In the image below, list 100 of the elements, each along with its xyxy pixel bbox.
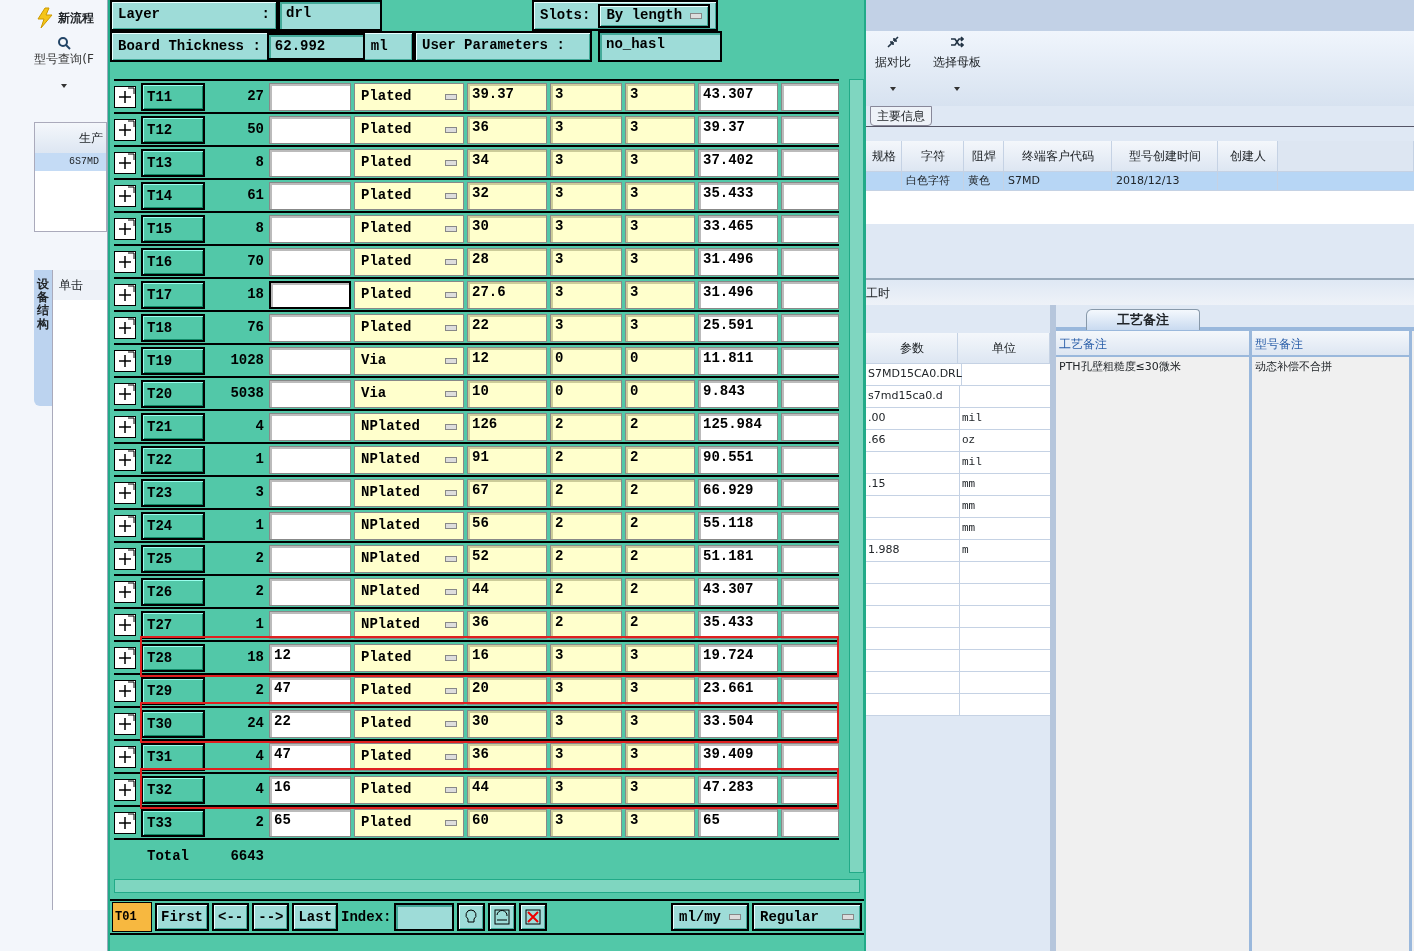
size-field[interactable]: 44 [467, 775, 547, 804]
drill-size-field[interactable]: 43.307 [698, 82, 778, 111]
type-dropdown[interactable]: NPlated [354, 478, 464, 507]
tolerance-field[interactable]: 2 [625, 478, 695, 507]
drill-size-field[interactable]: 31.496 [698, 280, 778, 309]
type-dropdown[interactable]: Plated [354, 214, 464, 243]
tolerance-field[interactable]: 0 [550, 346, 622, 375]
tolerance-field[interactable]: 0 [625, 379, 695, 408]
drill-size-field[interactable]: 66.929 [698, 478, 778, 507]
extra-field[interactable] [781, 181, 839, 210]
tolerance-field[interactable]: 3 [625, 775, 695, 804]
tolerance-field[interactable]: 3 [550, 247, 622, 276]
handle-icon[interactable] [445, 159, 457, 166]
ribbon-button[interactable]: 选择母板 [933, 52, 981, 71]
handle-icon[interactable] [445, 93, 457, 100]
nav-button[interactable]: <-- [212, 903, 250, 931]
note-field[interactable] [269, 511, 351, 540]
handle-icon[interactable] [445, 423, 457, 430]
size-field[interactable]: 56 [467, 511, 547, 540]
expand-icon[interactable] [114, 481, 136, 504]
type-dropdown[interactable]: Plated [354, 808, 464, 837]
tolerance-field[interactable]: 3 [625, 247, 695, 276]
tolerance-field[interactable]: 3 [625, 82, 695, 111]
compare-icon[interactable] [886, 34, 900, 49]
expand-icon[interactable] [114, 811, 136, 834]
expand-icon[interactable] [114, 283, 136, 306]
bulb-icon[interactable] [466, 909, 477, 923]
expand-icon[interactable] [114, 712, 136, 735]
handle-icon[interactable] [445, 126, 457, 133]
tolerance-field[interactable]: 2 [625, 610, 695, 639]
tool-button[interactable]: T16 [141, 247, 205, 276]
handle-icon[interactable] [445, 588, 457, 595]
note-field[interactable] [269, 82, 351, 111]
size-field[interactable]: 60 [467, 808, 547, 837]
drill-size-field[interactable]: 65 [698, 808, 778, 837]
lightning-icon[interactable] [36, 7, 54, 29]
type-dropdown[interactable]: NPlated [354, 577, 464, 606]
drill-size-field[interactable]: 51.181 [698, 544, 778, 573]
tolerance-field[interactable]: 2 [550, 445, 622, 474]
expand-icon[interactable] [114, 514, 136, 537]
tolerance-field[interactable]: 2 [550, 544, 622, 573]
expand-icon[interactable] [114, 646, 136, 669]
note-field[interactable] [269, 313, 351, 342]
expand-icon[interactable] [114, 679, 136, 702]
tolerance-field[interactable]: 3 [550, 181, 622, 210]
extra-field[interactable] [781, 313, 839, 342]
handle-icon[interactable] [445, 753, 457, 760]
nav-button[interactable]: --> [252, 903, 290, 931]
tolerance-field[interactable]: 3 [550, 82, 622, 111]
note-field[interactable] [269, 445, 351, 474]
tolerance-field[interactable]: 3 [550, 115, 622, 144]
handle-icon[interactable] [842, 914, 854, 920]
tolerance-field[interactable]: 2 [550, 511, 622, 540]
type-dropdown[interactable]: Via [354, 346, 464, 375]
extra-field[interactable] [781, 445, 839, 474]
handle-icon[interactable] [445, 786, 457, 793]
user-parameters-field[interactable]: no_hasl [598, 31, 722, 62]
size-field[interactable]: 36 [467, 610, 547, 639]
tool-button[interactable]: T14 [141, 181, 205, 210]
expand-icon[interactable] [114, 745, 136, 768]
tolerance-field[interactable]: 2 [550, 478, 622, 507]
extra-field[interactable] [781, 82, 839, 111]
handle-icon[interactable] [445, 456, 457, 463]
expand-icon[interactable] [114, 250, 136, 273]
extra-field[interactable] [781, 775, 839, 804]
tolerance-field[interactable]: 2 [625, 511, 695, 540]
caret-icon[interactable] [890, 86, 896, 91]
extra-field[interactable] [781, 577, 839, 606]
handle-icon[interactable] [445, 324, 457, 331]
type-dropdown[interactable]: Plated [354, 148, 464, 177]
type-dropdown[interactable]: NPlated [354, 544, 464, 573]
drill-size-field[interactable]: 43.307 [698, 577, 778, 606]
thickness-field[interactable]: 62.992 [266, 33, 365, 60]
note-field[interactable]: 65 [269, 808, 351, 837]
tolerance-field[interactable]: 3 [625, 643, 695, 672]
tool-button[interactable]: T11 [141, 82, 205, 111]
expand-icon[interactable] [114, 151, 136, 174]
drill-size-field[interactable]: 47.283 [698, 775, 778, 804]
extra-field[interactable] [781, 643, 839, 672]
size-field[interactable]: 67 [467, 478, 547, 507]
tolerance-field[interactable]: 3 [550, 214, 622, 243]
tool-button[interactable]: T23 [141, 478, 205, 507]
tolerance-field[interactable]: 3 [550, 643, 622, 672]
size-field[interactable]: 10 [467, 379, 547, 408]
note-field[interactable] [269, 181, 351, 210]
tolerance-field[interactable]: 3 [550, 709, 622, 738]
expand-icon[interactable] [114, 613, 136, 636]
tool-button[interactable]: T27 [141, 610, 205, 639]
type-dropdown[interactable]: Plated [354, 181, 464, 210]
type-dropdown[interactable]: Plated [354, 82, 464, 111]
tolerance-field[interactable]: 2 [625, 577, 695, 606]
size-field[interactable]: 44 [467, 577, 547, 606]
note-field[interactable] [269, 280, 351, 309]
drill-size-field[interactable]: 33.504 [698, 709, 778, 738]
note-field[interactable] [269, 247, 351, 276]
tool-button[interactable]: T33 [141, 808, 205, 837]
tool-button[interactable]: T15 [141, 214, 205, 243]
note-field[interactable] [269, 577, 351, 606]
size-field[interactable]: 16 [467, 643, 547, 672]
tolerance-field[interactable]: 2 [625, 544, 695, 573]
